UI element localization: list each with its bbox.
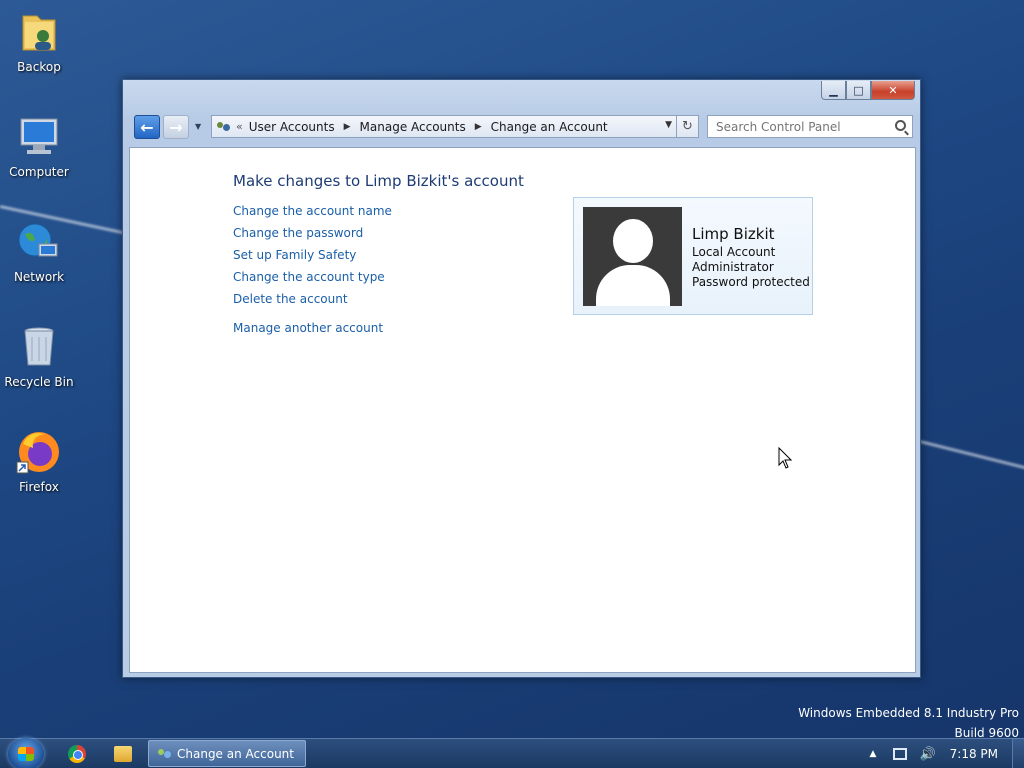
desktop-icon-label: Firefox [19,480,59,494]
desktop-icon-network[interactable]: Network [4,218,74,284]
address-dropdown-icon[interactable]: ▼ [665,120,672,130]
user-accounts-icon [216,120,232,134]
change-account-name-link[interactable]: Change the account name [233,204,392,226]
breadcrumb-user-accounts[interactable]: User Accounts [249,120,335,134]
computer-icon [15,113,63,161]
desktop-icon-backop[interactable]: Backop [4,8,74,74]
minimize-button[interactable]: ▁ [821,81,846,100]
show-desktop-button[interactable] [1012,739,1024,768]
control-panel-window[interactable]: ▁ □ ✕ ← → ▼ « User Accounts ▶ Manage Acc… [122,79,921,678]
folder-user-icon [15,8,63,56]
breadcrumb-separator-icon[interactable]: ▶ [475,122,482,132]
change-account-type-link[interactable]: Change the account type [233,270,392,292]
firefox-icon [15,428,63,476]
avatar [583,207,682,306]
search-input[interactable] [716,119,886,134]
file-explorer-icon[interactable] [114,746,132,762]
breadcrumb-change-an-account[interactable]: Change an Account [491,120,608,134]
navigation-bar: ← → ▼ « User Accounts ▶ Manage Accounts … [133,113,913,139]
account-card: Limp Bizkit Local Account Administrator … [573,197,813,315]
change-password-link[interactable]: Change the password [233,226,392,248]
desktop-icon-recycle-bin[interactable]: Recycle Bin [4,323,74,389]
taskbar-item-change-an-account[interactable]: Change an Account [148,740,306,767]
taskbar-item-label: Change an Account [177,746,294,761]
chrome-icon[interactable] [68,745,86,763]
search-icon[interactable] [895,120,906,131]
taskbar: Change an Account ▲ 🔊 7:18 PM [0,738,1024,768]
account-role: Administrator [692,260,774,274]
page-title: Make changes to Limp Bizkit's account [233,172,524,190]
desktop-icon-firefox[interactable]: Firefox [4,428,74,494]
refresh-button[interactable]: ↻ [677,115,699,138]
desktop-icon-label: Backop [17,60,61,74]
address-bar[interactable]: « User Accounts ▶ Manage Accounts ▶ Chan… [211,115,677,138]
desktop-icon-label: Recycle Bin [4,375,74,389]
close-button[interactable]: ✕ [871,81,915,100]
desktop-icon-label: Computer [9,165,69,179]
maximize-button[interactable]: □ [846,81,871,100]
user-accounts-icon [157,747,173,761]
back-button[interactable]: ← [134,115,160,139]
desktop-icon-computer[interactable]: Computer [4,113,74,179]
window-controls: ▁ □ ✕ [821,81,915,100]
desktop-icon-label: Network [13,270,65,284]
network-globe-icon [15,218,63,266]
volume-icon[interactable]: 🔊 [919,747,935,762]
system-tray: ▲ 🔊 7:18 PM [869,739,1024,768]
desktop-streak [919,440,1024,470]
show-hidden-icons-icon[interactable]: ▲ [869,749,879,759]
account-name: Limp Bizkit [692,225,775,243]
delete-account-link[interactable]: Delete the account [233,292,392,314]
recent-pages-dropdown-icon[interactable]: ▼ [195,122,201,131]
content-pane: Make changes to Limp Bizkit's account Ch… [129,147,916,673]
breadcrumb-overflow[interactable]: « [236,120,243,133]
watermark-edition: Windows Embedded 8.1 Industry Pro [798,706,1019,720]
account-password-status: Password protected [692,275,810,289]
manage-another-account-link[interactable]: Manage another account [233,321,383,335]
search-box[interactable] [707,115,913,138]
recycle-bin-icon [15,323,63,371]
breadcrumb-manage-accounts[interactable]: Manage Accounts [360,120,466,134]
mouse-cursor-icon [778,446,793,472]
family-safety-link[interactable]: Set up Family Safety [233,248,392,270]
windows-version-watermark: Windows Embedded 8.1 Industry Pro Build … [798,703,1019,743]
network-status-icon[interactable] [893,748,908,760]
forward-button[interactable]: → [163,115,189,139]
task-links: Change the account name Change the passw… [233,204,392,314]
account-type: Local Account [692,245,776,259]
clock[interactable]: 7:18 PM [950,747,998,761]
start-button[interactable] [8,738,44,768]
breadcrumb-separator-icon[interactable]: ▶ [344,122,351,132]
